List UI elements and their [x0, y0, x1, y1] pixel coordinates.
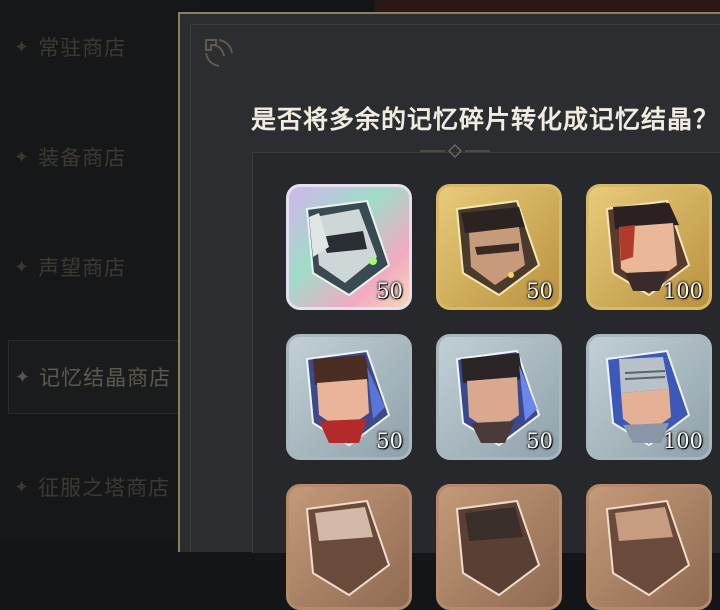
sparkle-icon: ✦: [14, 476, 31, 498]
dialog-title: 是否将多余的记忆碎片转化成记忆结晶？: [251, 105, 720, 134]
sidebar-item-label: 记忆结晶商店: [39, 366, 172, 390]
sidebar-item-memory-crystal-shop[interactable]: ✦ 记忆结晶商店: [8, 340, 198, 414]
memory-shard-card[interactable]: [286, 484, 412, 610]
sparkle-icon: ✦: [15, 366, 32, 388]
memory-shard-card[interactable]: 100: [586, 334, 712, 460]
shard-count: 100: [662, 429, 703, 453]
sidebar-item-label: 常驻商店: [38, 36, 127, 60]
memory-shard-card[interactable]: 50: [286, 334, 412, 460]
memory-shard-card[interactable]: 100: [586, 184, 712, 310]
shard-count: 50: [526, 279, 553, 303]
panel-ornament-icon: [420, 144, 490, 158]
convert-shards-dialog: 是否将多余的记忆碎片转化成记忆结晶？ 50 50 100 50 50 100: [178, 12, 720, 610]
sidebar-item-equipment-shop[interactable]: ✦ 装备商店: [8, 120, 198, 194]
shard-count: 50: [376, 429, 403, 453]
bronze-character-icon: [455, 499, 541, 597]
sidebar-item-label: 征服之塔商店: [38, 476, 171, 500]
shard-count: 50: [526, 429, 553, 453]
corner-ornament-icon: [205, 39, 233, 67]
sidebar-item-reputation-shop[interactable]: ✦ 声望商店: [8, 230, 198, 304]
shard-count: 100: [662, 279, 703, 303]
memory-shard-card[interactable]: 50: [286, 184, 412, 310]
bronze-character-icon: [605, 499, 691, 597]
shard-count: 50: [376, 279, 403, 303]
sparkle-icon: ✦: [14, 256, 31, 278]
shop-sidebar: ✦ 常驻商店 ✦ 装备商店 ✦ 声望商店 ✦ 记忆结晶商店 ✦ 征服之塔商店: [0, 0, 200, 540]
sidebar-item-regular-shop[interactable]: ✦ 常驻商店: [8, 10, 198, 84]
memory-shard-card[interactable]: 50: [436, 334, 562, 460]
memory-shard-card[interactable]: [436, 484, 562, 610]
sidebar-item-conquest-tower-shop[interactable]: ✦ 征服之塔商店: [8, 450, 198, 524]
memory-shard-card[interactable]: [586, 484, 712, 610]
sparkle-icon: ✦: [14, 36, 31, 58]
bronze-character-icon: [305, 499, 391, 597]
sidebar-item-label: 装备商店: [38, 146, 127, 170]
memory-shard-card[interactable]: 50: [436, 184, 562, 310]
sidebar-item-label: 声望商店: [38, 256, 127, 280]
background-edge: [375, 0, 720, 12]
sparkle-icon: ✦: [14, 146, 31, 168]
